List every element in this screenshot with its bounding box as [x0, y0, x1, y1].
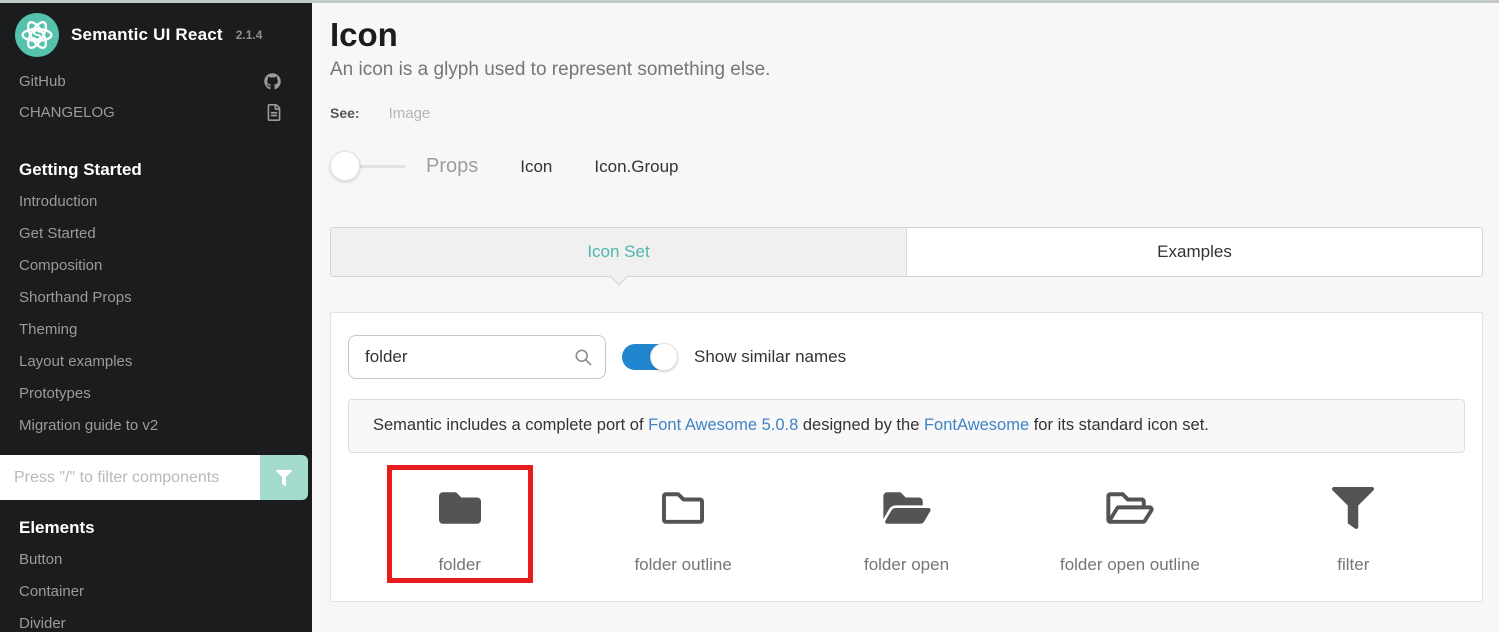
tab-icon-set[interactable]: Icon Set	[331, 228, 907, 276]
show-similar-toggle-knob[interactable]	[650, 343, 678, 371]
font-awesome-version-link[interactable]: Font Awesome 5.0.8	[648, 416, 798, 435]
search-icon	[573, 347, 593, 367]
icon-search-field	[348, 335, 606, 379]
props-label: Props	[426, 155, 478, 178]
show-similar-label: Show similar names	[694, 347, 846, 367]
font-awesome-link[interactable]: FontAwesome	[924, 416, 1029, 435]
sidebar-section-elements: Elements	[0, 510, 312, 544]
changelog-link-label: CHANGELOG	[19, 104, 115, 121]
icon-label: folder	[438, 555, 481, 575]
sidebar-item-get-started[interactable]: Get Started	[0, 218, 312, 250]
tab-bar: Icon Set Examples	[330, 227, 1483, 277]
sidebar-item-button[interactable]: Button	[0, 544, 312, 576]
sidebar-link-github[interactable]: GitHub	[0, 66, 312, 97]
folder-outline-icon	[659, 487, 707, 529]
icon-set-panel: Show similar names Semantic includes a c…	[330, 312, 1483, 602]
sidebar-item-introduction[interactable]: Introduction	[0, 186, 312, 218]
github-icon	[264, 73, 281, 90]
icon-card-folder[interactable]: folder	[348, 487, 571, 575]
sidebar-item-composition[interactable]: Composition	[0, 250, 312, 282]
sidebar-item-container[interactable]: Container	[0, 576, 312, 608]
sidebar-logo-row[interactable]: S Semantic UI React 2.1.4	[0, 0, 312, 66]
folder-open-outline-icon	[1104, 487, 1156, 529]
app-title: Semantic UI React	[71, 25, 223, 45]
props-item-icon-group[interactable]: Icon.Group	[594, 157, 678, 177]
see-label: See:	[330, 105, 360, 121]
page-title: Icon	[330, 16, 1483, 54]
icon-card-folder-open-outline[interactable]: folder open outline	[1018, 487, 1241, 575]
sidebar-item-layout-examples[interactable]: Layout examples	[0, 346, 312, 378]
svg-text:S: S	[32, 28, 42, 44]
sidebar-item-migration-guide[interactable]: Migration guide to v2	[0, 410, 312, 442]
app-version: 2.1.4	[236, 28, 263, 42]
see-link-image[interactable]: Image	[389, 105, 431, 122]
semantic-ui-logo-icon: S	[14, 12, 60, 58]
sidebar-item-theming[interactable]: Theming	[0, 314, 312, 346]
component-filter-input[interactable]	[0, 455, 260, 500]
sidebar-section-getting-started: Getting Started	[0, 152, 312, 186]
see-also-row: See: Image	[330, 105, 1483, 122]
props-toggle-row: Props Icon Icon.Group	[330, 149, 1483, 185]
info-text: designed by the	[798, 416, 924, 435]
sidebar-item-prototypes[interactable]: Prototypes	[0, 378, 312, 410]
component-filter	[0, 455, 308, 500]
props-item-icon[interactable]: Icon	[520, 157, 552, 177]
icon-search-input[interactable]	[348, 335, 606, 379]
props-toggle[interactable]	[330, 152, 408, 182]
props-toggle-knob[interactable]	[330, 151, 360, 181]
folder-icon	[436, 487, 484, 529]
main-content: Icon An icon is a glyph used to represen…	[312, 3, 1499, 632]
tab-examples[interactable]: Examples	[907, 228, 1482, 276]
info-text: Semantic includes a complete port of	[373, 416, 648, 435]
filter-glyph-icon	[1332, 487, 1374, 529]
icon-grid: folder folder outline folder open folder…	[348, 487, 1465, 575]
font-awesome-info-message: Semantic includes a complete port of Fon…	[348, 399, 1465, 453]
sidebar-item-shorthand-props[interactable]: Shorthand Props	[0, 282, 312, 314]
icon-label: folder open	[864, 555, 949, 575]
sidebar-item-divider[interactable]: Divider	[0, 608, 312, 632]
component-filter-button[interactable]	[260, 455, 308, 500]
icon-search-row: Show similar names	[348, 335, 1465, 379]
icon-label: folder open outline	[1060, 555, 1200, 575]
page-subtitle: An icon is a glyph used to represent som…	[330, 59, 1483, 81]
icon-card-folder-open[interactable]: folder open	[795, 487, 1018, 575]
folder-open-icon	[881, 487, 933, 529]
github-link-label: GitHub	[19, 73, 66, 90]
icon-card-filter[interactable]: filter	[1242, 487, 1465, 575]
icon-label: folder outline	[634, 555, 731, 575]
show-similar-toggle[interactable]	[622, 344, 677, 370]
sidebar-link-changelog[interactable]: CHANGELOG	[0, 97, 312, 128]
file-icon	[267, 104, 281, 121]
icon-label: filter	[1337, 555, 1369, 575]
icon-card-folder-outline[interactable]: folder outline	[571, 487, 794, 575]
filter-icon	[276, 470, 292, 486]
info-text: for its standard icon set.	[1029, 416, 1209, 435]
sidebar: S Semantic UI React 2.1.4 GitHub CHANGEL…	[0, 0, 312, 632]
window-top-edge	[0, 0, 1499, 3]
